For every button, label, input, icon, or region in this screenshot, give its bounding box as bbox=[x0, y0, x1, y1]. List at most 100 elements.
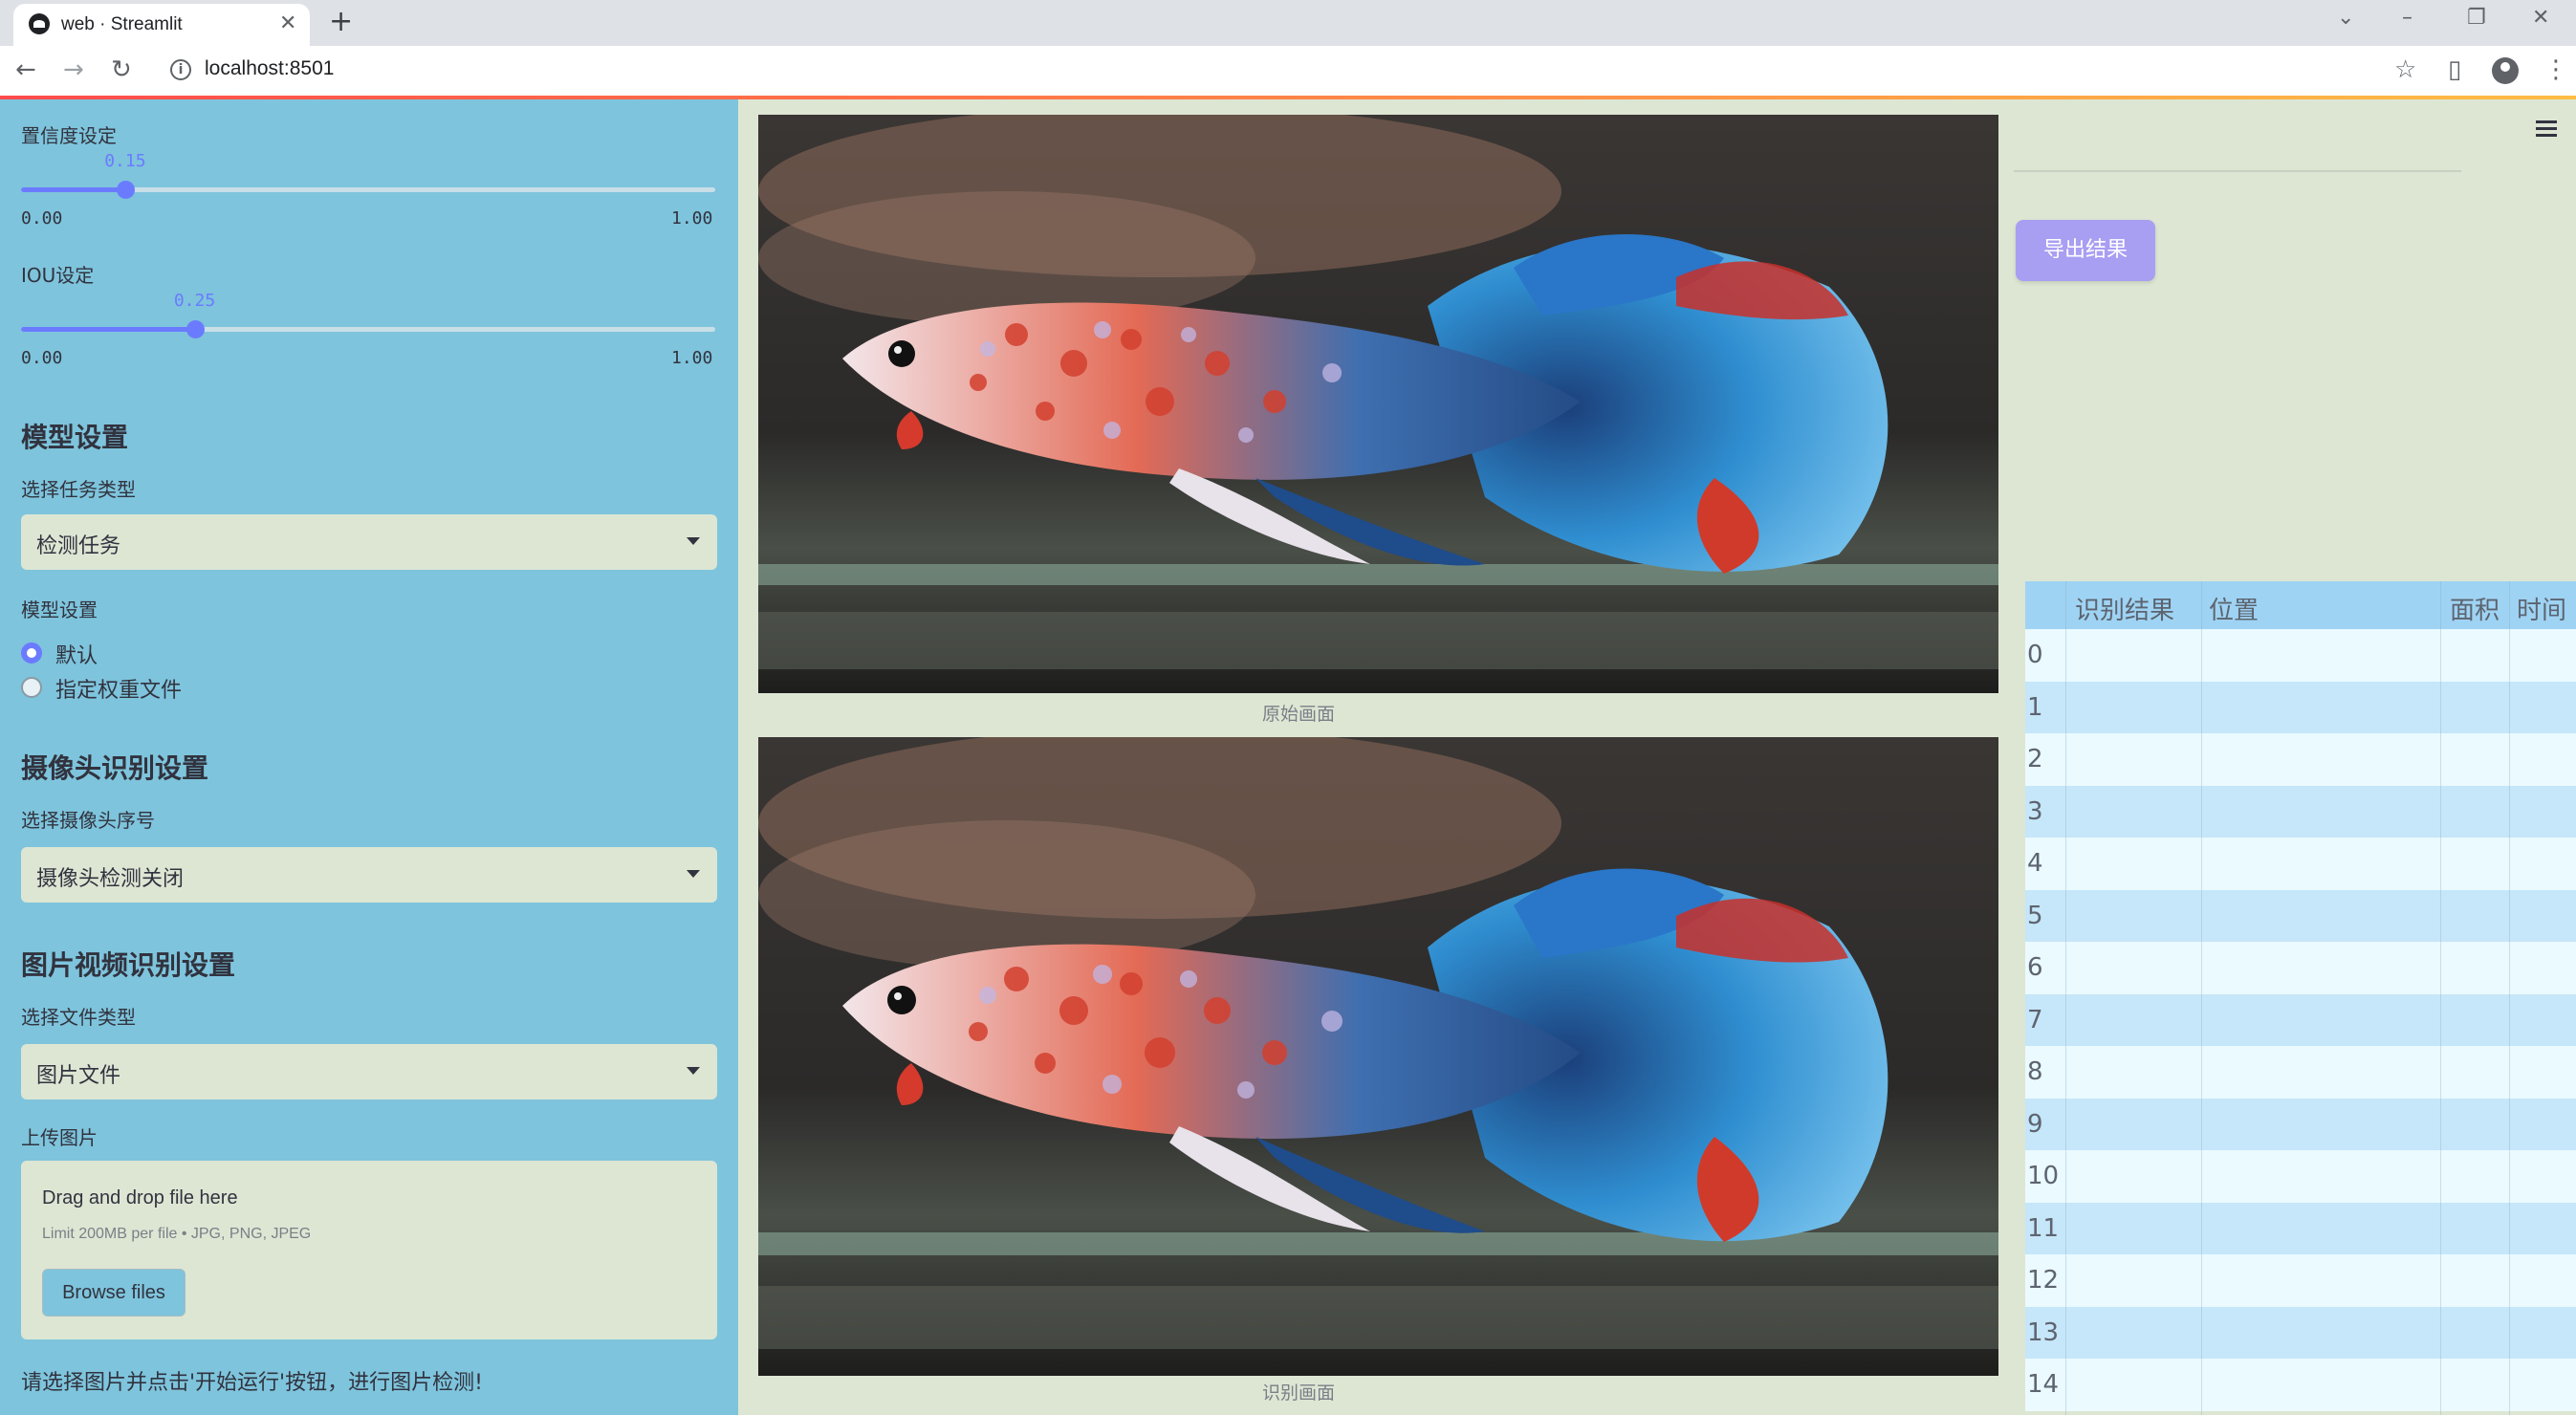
table-row[interactable]: 3 bbox=[2025, 785, 2576, 838]
table-row[interactable]: 8 bbox=[2025, 1046, 2576, 1099]
confidence-slider[interactable]: 0.15 bbox=[21, 151, 715, 199]
result-caption: 识别画面 bbox=[1261, 1382, 1335, 1404]
table-row[interactable]: 0 bbox=[2025, 629, 2576, 682]
original-image bbox=[758, 115, 1998, 693]
table-row[interactable]: 1 bbox=[2025, 681, 2576, 733]
iou-label: IOU设定 bbox=[21, 264, 95, 287]
row-index: 11 bbox=[2027, 1213, 2060, 1243]
column-header-position[interactable]: 位置 bbox=[2209, 591, 2259, 626]
column-divider bbox=[2509, 581, 2510, 1415]
forward-icon[interactable]: → bbox=[63, 54, 84, 86]
row-index: 5 bbox=[2027, 901, 2043, 930]
table-row[interactable]: 11 bbox=[2025, 1202, 2576, 1254]
right-panel-divider bbox=[2014, 170, 2461, 172]
confidence-slider-thumb[interactable] bbox=[116, 181, 135, 199]
model-settings-label: 模型设置 bbox=[21, 599, 98, 621]
confidence-min: 0.00 bbox=[21, 208, 63, 229]
task-type-select[interactable]: 检测任务 bbox=[21, 514, 717, 570]
confidence-max: 1.00 bbox=[671, 208, 713, 229]
info-icon[interactable]: i bbox=[170, 59, 191, 80]
confidence-value: 0.15 bbox=[104, 151, 146, 171]
hamburger-menu-icon[interactable] bbox=[2536, 120, 2557, 141]
camera-label: 选择摄像头序号 bbox=[21, 809, 155, 832]
table-row[interactable]: 6 bbox=[2025, 942, 2576, 994]
menu-dots-icon[interactable]: ⋮ bbox=[2543, 55, 2568, 84]
side-panel-icon[interactable]: ▯ bbox=[2448, 55, 2461, 84]
original-caption: 原始画面 bbox=[1261, 704, 1335, 725]
export-results-button[interactable]: 导出结果 bbox=[2016, 220, 2155, 281]
chevron-down-icon bbox=[687, 1067, 700, 1075]
row-index: 12 bbox=[2027, 1266, 2060, 1295]
camera-select[interactable]: 摄像头检测关闭 bbox=[21, 847, 717, 903]
restore-icon[interactable]: ❐ bbox=[2467, 6, 2486, 30]
table-row[interactable]: 5 bbox=[2025, 889, 2576, 942]
back-icon[interactable]: ← bbox=[15, 54, 36, 86]
media-settings-heading: 图片视频识别设置 bbox=[21, 949, 236, 981]
new-tab-icon[interactable]: + bbox=[329, 6, 353, 38]
results-table[interactable]: 识别结果 位置 面积 时间 0 1 2 3 4 5 6 7 8 9 10 11 12 13 14 bbox=[2025, 581, 2576, 1415]
radio-default-label[interactable]: 默认 bbox=[55, 639, 98, 669]
camera-settings-heading: 摄像头识别设置 bbox=[21, 752, 209, 784]
radio-weight-file-label[interactable]: 指定权重文件 bbox=[55, 673, 182, 704]
table-row[interactable]: 10 bbox=[2025, 1150, 2576, 1203]
minimize-icon[interactable]: – bbox=[2402, 6, 2412, 30]
row-index: 3 bbox=[2027, 796, 2043, 826]
column-header-result[interactable]: 识别结果 bbox=[2075, 591, 2174, 626]
reload-icon[interactable]: ↻ bbox=[111, 54, 132, 86]
row-index: 2 bbox=[2027, 745, 2043, 773]
iou-slider-thumb[interactable] bbox=[186, 320, 205, 338]
row-index: 9 bbox=[2027, 1109, 2043, 1139]
column-divider bbox=[2065, 581, 2066, 1415]
file-type-select[interactable]: 图片文件 bbox=[21, 1044, 717, 1099]
table-row[interactable]: 12 bbox=[2025, 1254, 2576, 1307]
streamlit-favicon-icon bbox=[29, 13, 50, 34]
row-index: 6 bbox=[2027, 953, 2043, 982]
browse-files-button[interactable]: Browse files bbox=[42, 1269, 186, 1317]
confidence-slider-fill bbox=[21, 187, 125, 192]
row-index: 4 bbox=[2027, 849, 2043, 878]
betta-fish-illustration bbox=[758, 115, 1998, 693]
betta-fish-detection-illustration bbox=[758, 737, 1998, 1376]
table-row[interactable]: 4 bbox=[2025, 838, 2576, 890]
window-close-icon[interactable]: ✕ bbox=[2532, 6, 2549, 30]
radio-default[interactable] bbox=[21, 642, 42, 664]
column-header-area[interactable]: 面积 bbox=[2450, 591, 2500, 626]
browser-toolbar: ← → ↻ i localhost:8501 ☆ ▯ ⋮ bbox=[0, 46, 2576, 96]
uploader-limit: Limit 200MB per file • JPG, PNG, JPEG bbox=[42, 1226, 312, 1242]
task-type-value: 检测任务 bbox=[36, 534, 121, 558]
address-bar[interactable]: localhost:8501 bbox=[205, 57, 334, 80]
table-row[interactable]: 9 bbox=[2025, 1098, 2576, 1150]
profile-icon[interactable] bbox=[2492, 57, 2519, 84]
iou-min: 0.00 bbox=[21, 348, 63, 368]
table-row[interactable]: 7 bbox=[2025, 993, 2576, 1046]
iou-slider[interactable]: 0.25 bbox=[21, 291, 715, 338]
row-index: 10 bbox=[2027, 1162, 2060, 1190]
row-index: 1 bbox=[2027, 692, 2043, 722]
tab-close-icon[interactable]: ✕ bbox=[279, 11, 296, 35]
model-settings-heading: 模型设置 bbox=[21, 422, 129, 453]
camera-value: 摄像头检测关闭 bbox=[36, 867, 185, 891]
radio-weight-file[interactable] bbox=[21, 677, 42, 698]
browser-tab-bar: web · Streamlit ✕ + ⌄ – ❐ ✕ bbox=[0, 0, 2576, 46]
tab-search-chevron-icon[interactable]: ⌄ bbox=[2337, 6, 2354, 30]
column-header-time[interactable]: 时间 bbox=[2517, 591, 2566, 626]
iou-slider-fill bbox=[21, 327, 195, 332]
result-image bbox=[758, 737, 1998, 1376]
browser-tab[interactable]: web · Streamlit ✕ bbox=[13, 4, 310, 46]
table-header: 识别结果 位置 面积 时间 bbox=[2025, 581, 2576, 629]
iou-value: 0.25 bbox=[173, 291, 216, 311]
bookmark-star-icon[interactable]: ☆ bbox=[2394, 55, 2416, 84]
column-divider bbox=[2440, 581, 2441, 1415]
table-row[interactable]: 14 bbox=[2025, 1359, 2576, 1411]
row-index: 7 bbox=[2027, 1005, 2043, 1034]
file-type-label: 选择文件类型 bbox=[21, 1006, 136, 1029]
row-index: 0 bbox=[2027, 641, 2043, 669]
table-row[interactable]: 2 bbox=[2025, 733, 2576, 786]
column-divider bbox=[2201, 581, 2202, 1415]
iou-max: 1.00 bbox=[671, 348, 713, 368]
upload-label: 上传图片 bbox=[21, 1126, 98, 1149]
table-row[interactable]: 13 bbox=[2025, 1306, 2576, 1359]
file-uploader-dropzone[interactable]: Drag and drop file here Limit 200MB per … bbox=[21, 1161, 717, 1339]
chevron-down-icon bbox=[687, 537, 700, 545]
task-type-label: 选择任务类型 bbox=[21, 478, 136, 501]
